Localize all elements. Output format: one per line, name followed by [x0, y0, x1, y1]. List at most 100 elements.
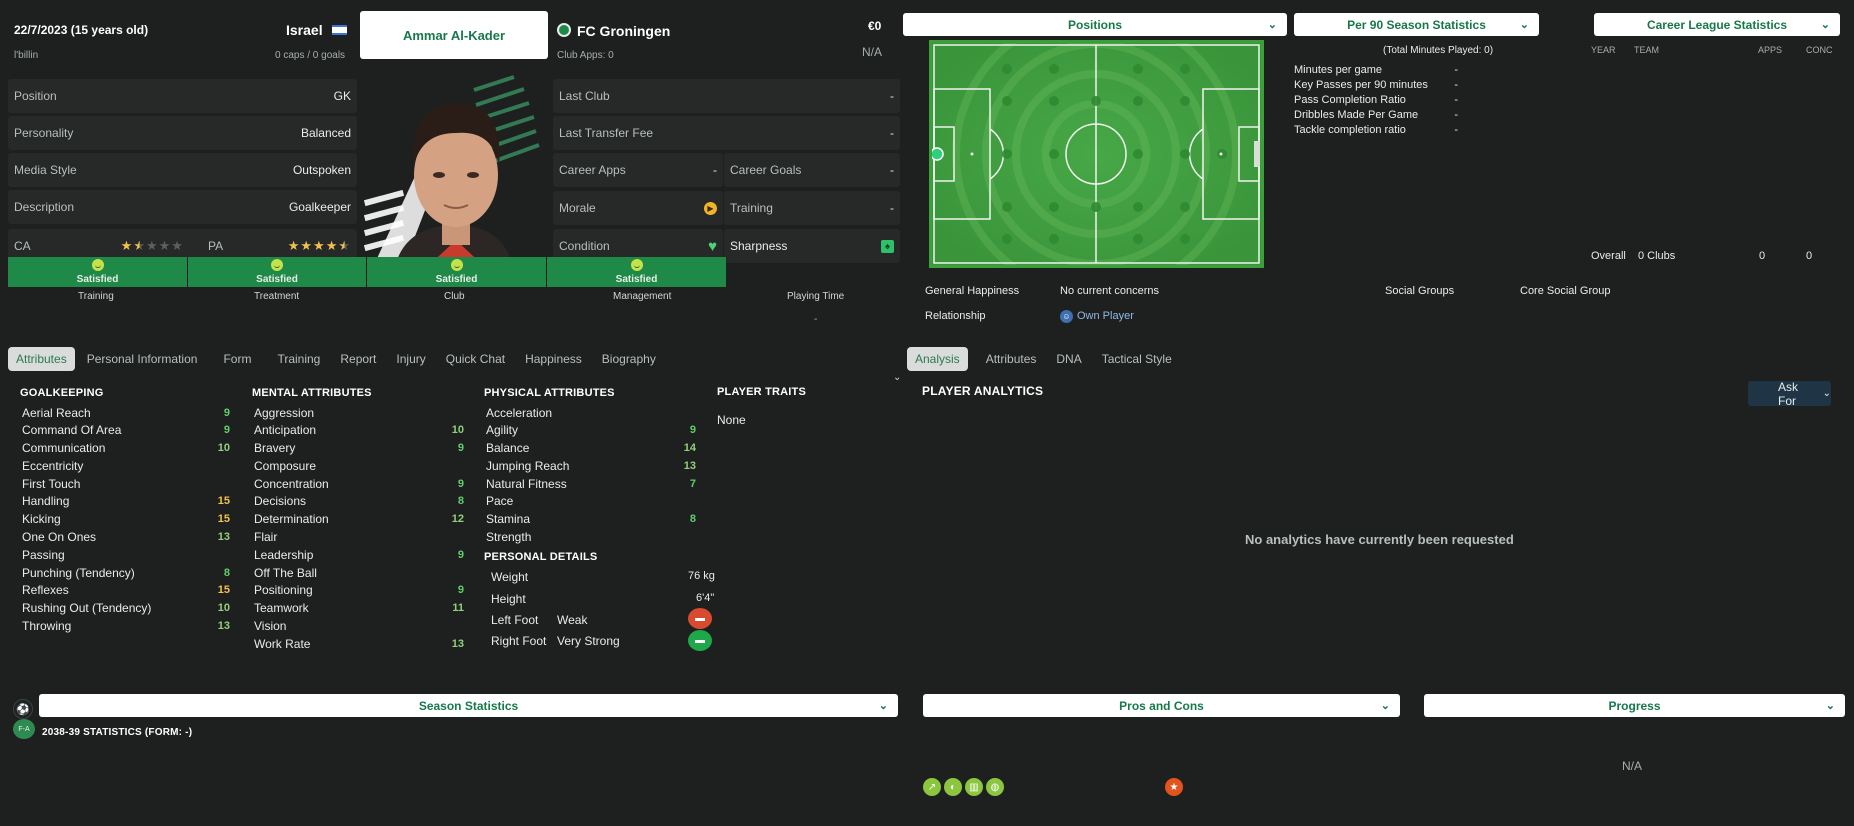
attribute-row[interactable]: Acceleration: [486, 405, 696, 420]
season-statistics-dropdown[interactable]: Season Statistics ⌄: [39, 694, 898, 717]
progress-dropdown[interactable]: Progress ⌄: [1424, 694, 1845, 717]
training-label: Training: [730, 201, 773, 215]
sharpness-icon: ♠: [881, 239, 894, 253]
happiness-training[interactable]: Satisfied: [8, 257, 187, 287]
attribute-row[interactable]: Passing: [22, 547, 230, 562]
attribute-name: Kicking: [22, 512, 61, 527]
attribute-value: 15: [217, 495, 230, 508]
attribute-row[interactable]: Eccentricity: [22, 458, 230, 473]
info-label: Personality: [14, 126, 74, 140]
gk-position-marker: [930, 147, 944, 161]
attribute-row[interactable]: Strength: [486, 530, 696, 545]
attribute-row[interactable]: Anticipation 10: [254, 423, 464, 438]
tab-attributes[interactable]: Attributes: [8, 347, 75, 371]
tab-dna[interactable]: DNA: [1048, 347, 1089, 371]
attribute-row[interactable]: Command Of Area 9: [22, 423, 230, 438]
attribute-row[interactable]: One On Ones 13: [22, 530, 230, 545]
attribute-row[interactable]: Agility 9: [486, 423, 696, 438]
info-label: Media Style: [14, 163, 77, 177]
tab-personal-information[interactable]: Personal Information: [79, 347, 206, 371]
nation-name[interactable]: Israel: [286, 22, 323, 38]
star-icon: ★: [133, 238, 146, 253]
relationship-label: Relationship: [925, 310, 986, 322]
sharpness-label: Sharpness: [730, 239, 788, 253]
attribute-row[interactable]: Rushing Out (Tendency) 10: [22, 601, 230, 616]
football-icon[interactable]: ⚽: [13, 699, 33, 719]
info-row-personality: Personality Balanced: [8, 116, 357, 150]
attribute-row[interactable]: Jumping Reach 13: [486, 458, 696, 473]
progress-value: N/A: [1622, 759, 1643, 773]
attribute-row[interactable]: Natural Fitness 7: [486, 476, 696, 491]
tab-analysis[interactable]: Analysis: [907, 347, 968, 371]
attribute-row[interactable]: Stamina 8: [486, 512, 696, 527]
attribute-row[interactable]: Communication 10: [22, 441, 230, 456]
attribute-row[interactable]: Positioning 9: [254, 583, 464, 598]
attribute-row[interactable]: Pace: [486, 494, 696, 509]
per90-dropdown[interactable]: Per 90 Season Statistics ⌄: [1294, 13, 1539, 36]
last-fee-label: Last Transfer Fee: [559, 126, 654, 140]
attribute-row[interactable]: Leadership 9: [254, 547, 464, 562]
tab-training[interactable]: Training: [269, 347, 328, 371]
attribute-row[interactable]: Concentration 9: [254, 476, 464, 491]
attribute-row[interactable]: Throwing 13: [22, 619, 230, 634]
club-name[interactable]: FC Groningen: [577, 23, 670, 39]
attribute-name: Aggression: [254, 405, 315, 420]
attribute-row[interactable]: Punching (Tendency) 8: [22, 565, 230, 580]
attribute-row[interactable]: Determination 12: [254, 512, 464, 527]
attribute-row[interactable]: Reflexes 15: [22, 583, 230, 598]
attribute-value: 7: [689, 477, 696, 490]
attribute-row[interactable]: Decisions 8: [254, 494, 464, 509]
pitch-icon: ▥: [965, 778, 983, 796]
tab-quick-chat[interactable]: Quick Chat: [438, 347, 513, 371]
attribute-value: 9: [223, 406, 230, 419]
attribute-row[interactable]: Bravery 9: [254, 441, 464, 456]
pros-cons-dropdown[interactable]: Pros and Cons ⌄: [923, 694, 1400, 717]
season-statistics-line: 2038-39 STATISTICS (FORM: -): [42, 727, 193, 738]
tab-attributes-right[interactable]: Attributes: [978, 347, 1045, 371]
happiness-club[interactable]: Satisfied: [367, 257, 546, 287]
tab-happiness[interactable]: Happiness: [517, 347, 590, 371]
ask-for-button[interactable]: Ask For ⌄: [1748, 380, 1831, 408]
attribute-row[interactable]: Handling 15: [22, 494, 230, 509]
weight-label: Weight: [491, 570, 529, 584]
attribute-row[interactable]: Flair: [254, 530, 464, 545]
attribute-row[interactable]: First Touch: [22, 476, 230, 491]
tab-form[interactable]: Form: [215, 347, 259, 371]
caps-goals: 0 caps / 0 goals: [275, 50, 346, 61]
positions-dropdown[interactable]: Positions ⌄: [903, 13, 1287, 36]
attribute-row[interactable]: Composure: [254, 458, 464, 473]
attribute-row[interactable]: Balance 14: [486, 441, 696, 456]
tab-injury[interactable]: Injury: [388, 347, 433, 371]
heart-icon: ♥: [708, 237, 717, 255]
attribute-row[interactable]: Kicking 15: [22, 512, 230, 527]
attribute-name: Flair: [254, 530, 278, 545]
relationship-value[interactable]: Own Player: [1077, 310, 1134, 322]
player-value: €0: [868, 19, 882, 33]
attribute-row[interactable]: Vision: [254, 619, 464, 634]
attribute-row[interactable]: Aerial Reach 9: [22, 405, 230, 420]
chevron-down-icon: ⌄: [1380, 700, 1390, 712]
attribute-value: 10: [217, 602, 230, 615]
morale-row[interactable]: Morale ▶: [553, 191, 723, 225]
career-overall-clubs: 0 Clubs: [1638, 250, 1676, 262]
per90-value: -: [1454, 123, 1458, 136]
happiness-management[interactable]: Satisfied: [547, 257, 726, 287]
happiness-treatment[interactable]: Satisfied: [188, 257, 366, 287]
attribute-row[interactable]: Teamwork 11: [254, 601, 464, 616]
training-row[interactable]: Training -: [724, 191, 900, 225]
attribute-value: 10: [217, 442, 230, 455]
tab-biography[interactable]: Biography: [594, 347, 664, 371]
positions-pitch[interactable]: [929, 10, 1264, 298]
portrait-image: [364, 75, 540, 270]
tab-report[interactable]: Report: [332, 347, 384, 371]
career-dropdown[interactable]: Career League Statistics ⌄: [1594, 13, 1840, 36]
player-name-card[interactable]: Ammar Al-Kader: [360, 11, 548, 59]
attribute-row[interactable]: Off The Ball: [254, 565, 464, 580]
chevron-down-icon: ⌄: [1519, 19, 1529, 31]
condition-label: Condition: [559, 239, 610, 253]
tab-tactical-style[interactable]: Tactical Style: [1094, 347, 1180, 371]
attribute-row[interactable]: Work Rate 13: [254, 636, 464, 651]
attribute-row[interactable]: Aggression: [254, 405, 464, 420]
sharpness-row[interactable]: Sharpness ♠: [724, 229, 900, 263]
collapse-chevron-icon[interactable]: ⌄: [893, 372, 901, 383]
